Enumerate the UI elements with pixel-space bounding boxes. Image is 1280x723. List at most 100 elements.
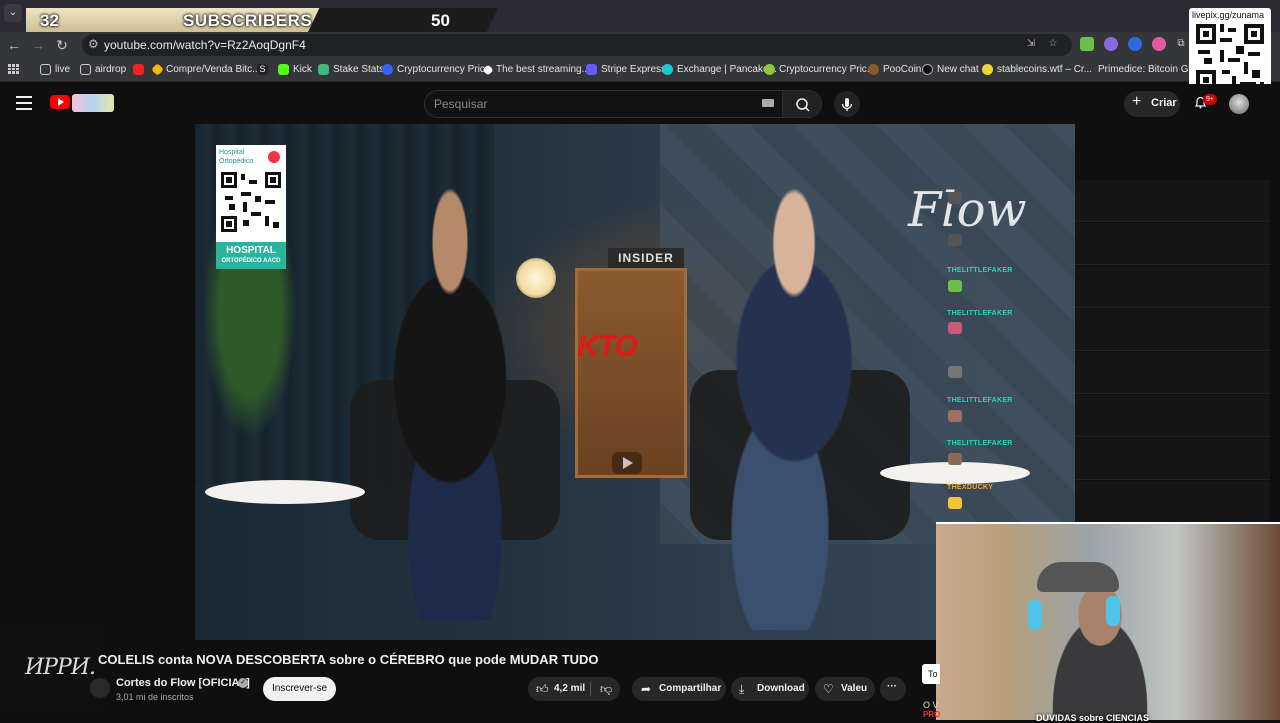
folder-icon bbox=[40, 64, 51, 75]
kick-icon bbox=[278, 64, 289, 75]
partial-card-red-text: PRO bbox=[923, 710, 941, 719]
streamer-hat bbox=[1037, 562, 1119, 592]
headphone-right bbox=[1106, 596, 1120, 626]
partial-tooltip: To bbox=[922, 664, 940, 684]
chat-emote-icon bbox=[948, 234, 962, 246]
forward-arrow-icon[interactable]: → bbox=[28, 36, 48, 54]
reload-icon[interactable]: ↻ bbox=[52, 36, 72, 54]
side-row[interactable] bbox=[1075, 438, 1270, 480]
sponsor-top-label: Hospital Ortopédico bbox=[219, 149, 254, 165]
bookmark-stake[interactable]: S bbox=[257, 64, 268, 75]
side-row[interactable] bbox=[1075, 223, 1270, 265]
bookmark-cryptocurrency-1[interactable]: Cryptocurrency Pric... bbox=[382, 64, 493, 75]
youtube-doodle-logo[interactable] bbox=[72, 94, 114, 112]
side-row[interactable] bbox=[1075, 481, 1270, 523]
bookmark-star-icon[interactable]: ☆ bbox=[1046, 37, 1060, 51]
voice-search-button[interactable] bbox=[834, 91, 860, 117]
folder-icon bbox=[80, 64, 91, 75]
binance-icon bbox=[151, 63, 164, 76]
chat-emote-icon bbox=[948, 410, 962, 422]
bookmark-stablecoins[interactable]: stablecoins.wtf – Cr... bbox=[982, 64, 1092, 75]
site-info-icon[interactable]: ⚙ bbox=[88, 37, 99, 51]
super-thanks-icon: ♡ bbox=[823, 682, 834, 696]
chat-emote-icon bbox=[948, 280, 962, 292]
subscriber-goal-target: 50 bbox=[431, 11, 450, 30]
bookmark-stripe[interactable]: Stripe Express bbox=[586, 64, 666, 75]
back-arrow-icon[interactable]: ← bbox=[4, 36, 24, 54]
subscribe-button[interactable]: Inscrever-se bbox=[263, 677, 336, 701]
install-app-icon[interactable]: ⇲ bbox=[1024, 37, 1038, 51]
bookmark-live[interactable]: live bbox=[40, 64, 70, 75]
side-row[interactable] bbox=[1075, 395, 1270, 437]
bookmark-stake-stats[interactable]: Stake Stats bbox=[318, 64, 384, 75]
channel-name[interactable]: Cortes do Flow [OFICIAL] bbox=[116, 677, 250, 689]
thanks-button-label: Valeu bbox=[841, 683, 868, 694]
bookmark-new-chat[interactable]: New chat bbox=[922, 64, 979, 75]
chat-emote-icon bbox=[948, 497, 962, 509]
livepix-qr-card bbox=[1189, 8, 1271, 96]
channel-subscriber-count: 3,01 mi de inscritos bbox=[116, 692, 194, 702]
poocoin-icon bbox=[868, 64, 879, 75]
download-icon: ⤓ bbox=[739, 682, 745, 696]
video-scene-table-left bbox=[205, 480, 365, 504]
chat-username: THELITTLEFAKER bbox=[947, 310, 1013, 317]
pancake-icon bbox=[662, 64, 673, 75]
video-person-right bbox=[640, 180, 920, 630]
stake-icon bbox=[318, 64, 329, 75]
channel-avatar[interactable] bbox=[90, 678, 110, 698]
bookmark-primedice[interactable]: Primedice: Bitcoin G... bbox=[1098, 64, 1197, 75]
extensions-puzzle-icon[interactable]: ⧉ bbox=[1174, 37, 1188, 51]
share-arrow-icon: ➦ bbox=[641, 682, 652, 696]
search-button[interactable] bbox=[782, 90, 822, 118]
like-thumb-icon[interactable]: 👍︎ bbox=[536, 682, 549, 697]
side-row[interactable] bbox=[1075, 266, 1270, 308]
aacd-logo-icon bbox=[268, 151, 280, 163]
hamburger-menu-icon[interactable] bbox=[16, 96, 32, 110]
youtube-logo-icon[interactable] bbox=[50, 95, 70, 109]
youtube-icon bbox=[133, 64, 144, 75]
plus-icon: + bbox=[1132, 93, 1142, 110]
chat-username: THELITTLEFAKER bbox=[947, 440, 1013, 447]
video-title: COLELIS conta NOVA DESCOBERTA sobre o CÉ… bbox=[98, 652, 599, 667]
bookmark-kick[interactable]: Kick bbox=[278, 64, 312, 75]
apps-grid-icon[interactable] bbox=[8, 64, 19, 74]
more-horizontal-icon: ··· bbox=[887, 681, 897, 692]
chatgpt-icon bbox=[922, 64, 933, 75]
extension-icon-4[interactable] bbox=[1152, 37, 1166, 51]
chat-username: THELITTLEFAKER bbox=[947, 267, 1013, 274]
side-row[interactable] bbox=[1075, 352, 1270, 394]
subscriber-current-count: 32 bbox=[40, 11, 59, 30]
dislike-thumb-icon[interactable]: 👎︎ bbox=[600, 682, 612, 697]
side-row[interactable] bbox=[1075, 309, 1270, 351]
headphone-left bbox=[1028, 600, 1042, 630]
bookmark-streaming[interactable]: The best streaming... bbox=[482, 63, 590, 76]
bookmark-cryptocurrency-2[interactable]: Cryptocurrency Pric... bbox=[764, 64, 875, 75]
bookmark-poocoin[interactable]: PooCoin bbox=[868, 64, 921, 75]
bookmark-pancake[interactable]: Exchange | Pancake... bbox=[662, 64, 777, 75]
extension-icon-1[interactable] bbox=[1080, 37, 1094, 51]
search-icon bbox=[796, 98, 810, 112]
bookmark-airdrop[interactable]: airdrop bbox=[80, 64, 126, 75]
keyboard-icon[interactable] bbox=[762, 99, 774, 107]
chat-username: THELITTLEFAKER bbox=[947, 397, 1013, 404]
bookmark-compre-venda[interactable]: Compre/Venda Bitc... bbox=[151, 63, 261, 76]
chat-emote-icon bbox=[948, 192, 962, 204]
chat-emote-icon bbox=[948, 366, 962, 378]
verified-check-icon: ✓ bbox=[238, 678, 248, 688]
chat-emote-icon bbox=[948, 453, 962, 465]
coingecko-icon bbox=[764, 64, 775, 75]
extension-icon-3[interactable] bbox=[1128, 37, 1142, 51]
side-row[interactable] bbox=[1075, 180, 1270, 222]
sponsor-bottom-banner: HOSPITAL ORTOPÉDICO AACD bbox=[216, 242, 286, 269]
account-avatar[interactable] bbox=[1229, 94, 1249, 114]
stripe-icon bbox=[586, 64, 597, 75]
extension-icon-2[interactable] bbox=[1104, 37, 1118, 51]
chat-emote-icon bbox=[948, 322, 962, 334]
bookmark-youtube-compre[interactable] bbox=[133, 64, 144, 75]
webcam-caption: DUVIDAS sobre CIENCIAS bbox=[1036, 713, 1150, 723]
like-count[interactable]: 4,2 mil bbox=[554, 683, 585, 694]
address-bar-url: youtube.com/watch?v=Rz2AoqDgnF4 bbox=[104, 38, 306, 52]
livepix-url-label: livepix.gg/zunama bbox=[1192, 10, 1265, 20]
subscriber-goal-label: SUBSCRIBERS bbox=[183, 11, 313, 30]
tab-search-chevron-icon[interactable]: ⌄ bbox=[4, 4, 22, 22]
